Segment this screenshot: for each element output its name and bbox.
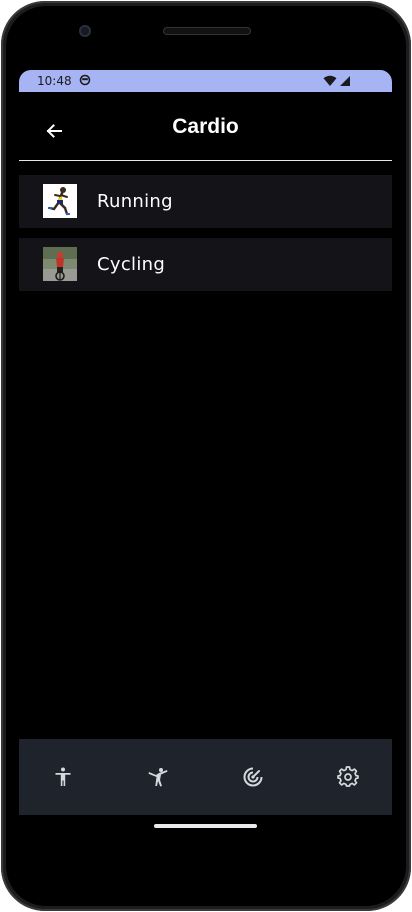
earpiece-speaker xyxy=(163,27,251,35)
person-standing-icon xyxy=(55,767,71,786)
app-screen: 10:48 Cardio Running Cycling xyxy=(19,70,392,850)
app-notification-icon xyxy=(79,74,91,86)
martial-arts-icon xyxy=(148,768,168,787)
exercise-label: Running xyxy=(97,191,173,212)
exercise-list: Running Cycling xyxy=(19,175,392,301)
cellular-signal-icon xyxy=(340,76,350,86)
settings-gear-icon xyxy=(337,766,359,787)
radar-target-icon xyxy=(243,767,263,787)
cyclist-photo xyxy=(43,247,77,281)
nav-item-settings[interactable] xyxy=(334,763,362,791)
runner-photo xyxy=(43,184,77,218)
list-item-running[interactable]: Running xyxy=(19,175,392,228)
status-time: 10:48 xyxy=(37,74,72,88)
nav-item-radar[interactable] xyxy=(239,763,267,791)
device-mockup: 10:48 Cardio Running Cycling xyxy=(0,0,412,912)
page-title: Cardio xyxy=(172,115,239,138)
front-camera xyxy=(79,25,91,37)
list-item-cycling[interactable]: Cycling xyxy=(19,238,392,291)
app-bar: Cardio xyxy=(19,92,392,160)
bottom-navigation xyxy=(19,739,392,815)
nav-item-person[interactable] xyxy=(49,763,77,791)
home-indicator[interactable] xyxy=(154,824,257,828)
status-bar: 10:48 xyxy=(19,70,392,92)
app-bar-divider xyxy=(19,160,392,161)
exercise-label: Cycling xyxy=(97,254,166,275)
wifi-icon xyxy=(323,75,337,86)
nav-item-martial-arts[interactable] xyxy=(144,763,172,791)
